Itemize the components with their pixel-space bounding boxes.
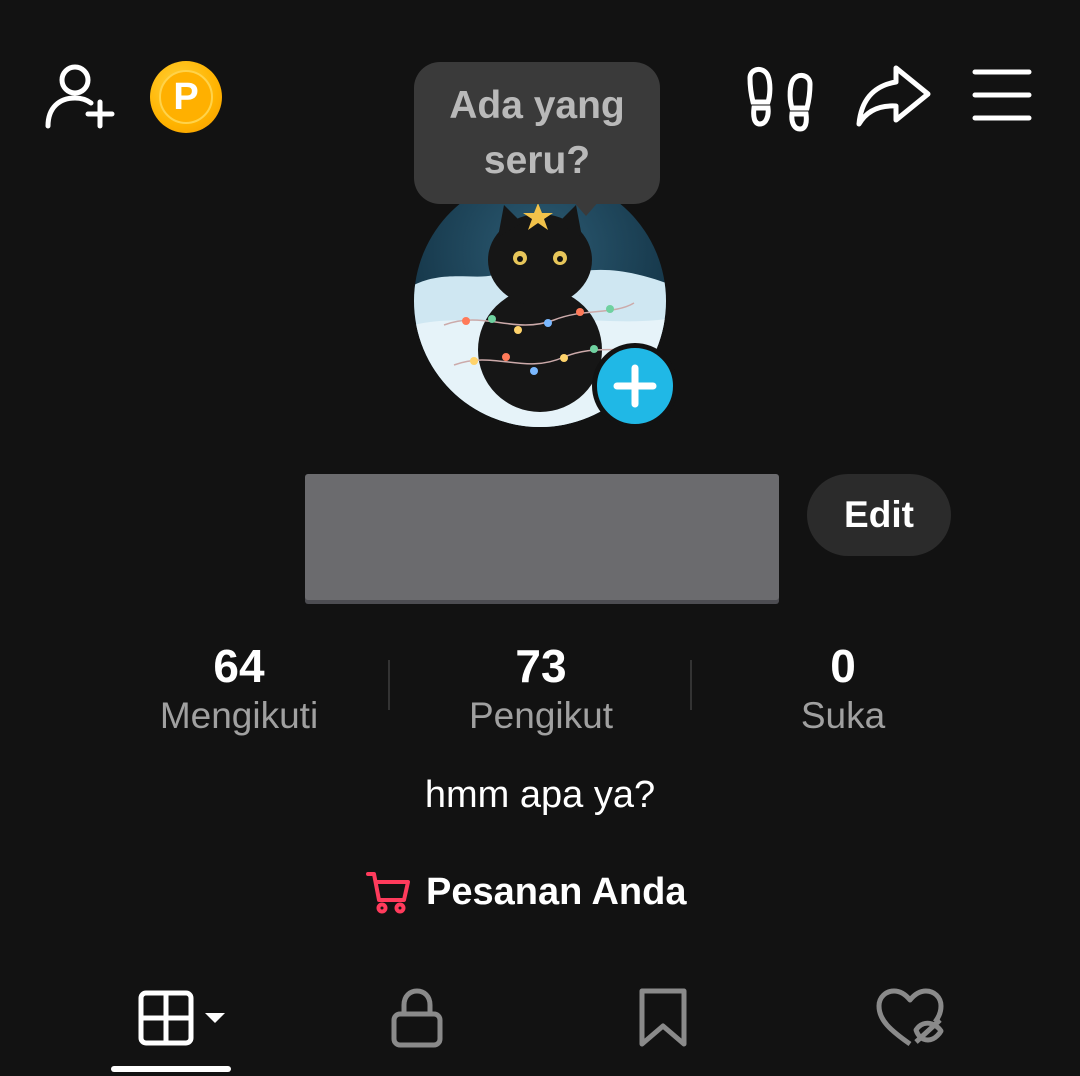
stat-divider [388, 660, 390, 710]
stat-followers[interactable]: 73 Pengikut [391, 640, 691, 738]
stat-label: Mengikuti [159, 695, 319, 736]
tab-active-indicator [111, 1066, 231, 1072]
person-plus-icon [45, 64, 115, 129]
footprints-icon [747, 67, 813, 132]
add-story-button[interactable] [592, 343, 678, 429]
stat-label: Pengikut [469, 695, 613, 736]
stat-label: Suka [800, 695, 886, 736]
coin-letter: P [173, 76, 199, 118]
p-coin-icon: P [159, 70, 213, 124]
status-bubble[interactable]: Ada yang seru? [414, 62, 660, 204]
stat-divider [690, 660, 692, 710]
stat-following[interactable]: 64 Mengikuti [89, 640, 389, 738]
add-friend-button[interactable] [44, 60, 116, 132]
share-arrow-icon [856, 65, 931, 127]
orders-link[interactable]: Pesanan Anda [366, 866, 686, 918]
cart-icon [366, 872, 410, 914]
profile-bio[interactable]: hmm apa ya? [0, 774, 1080, 817]
status-bubble-tail [572, 200, 600, 216]
chevron-down-icon [205, 1013, 225, 1023]
tab-private[interactable] [386, 978, 448, 1058]
username-redacted [305, 474, 779, 600]
bookmark-icon [639, 988, 687, 1047]
coin-button[interactable]: P [150, 61, 222, 133]
stat-value: 64 [213, 640, 265, 692]
profile-views-button[interactable] [744, 62, 816, 132]
share-button[interactable] [856, 62, 932, 130]
heart-hidden-icon [876, 988, 944, 1047]
tab-liked[interactable] [874, 978, 946, 1058]
tab-saved[interactable] [636, 978, 690, 1058]
menu-button[interactable] [972, 68, 1032, 124]
grid-icon [138, 990, 194, 1046]
orders-label: Pesanan Anda [426, 870, 687, 913]
plus-icon [613, 364, 657, 408]
status-bubble-text: Ada yang seru? [449, 84, 625, 182]
lock-icon [391, 988, 443, 1048]
stat-likes[interactable]: 0 Suka [693, 640, 993, 738]
stat-value: 73 [515, 640, 567, 692]
edit-profile-button[interactable]: Edit [807, 474, 951, 556]
hamburger-menu-icon [972, 69, 1032, 121]
tab-videos[interactable] [134, 978, 230, 1058]
stat-value: 0 [830, 640, 856, 692]
